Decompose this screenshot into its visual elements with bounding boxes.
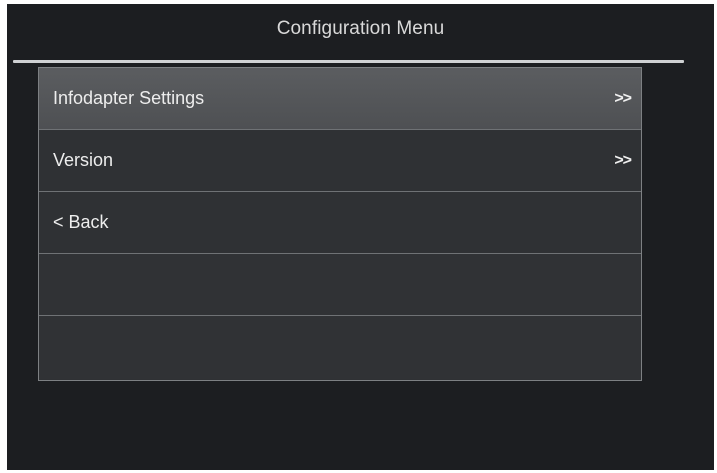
menu-item-version[interactable]: Version >>: [39, 130, 641, 192]
submenu-arrow-icon: >>: [614, 152, 632, 169]
menu-item-infodapter-settings[interactable]: Infodapter Settings >>: [39, 68, 641, 130]
menu-item-label: < Back: [53, 212, 109, 232]
menu-item-back[interactable]: < Back: [39, 192, 641, 254]
menu-item-empty: [39, 254, 641, 316]
menu-item-label: Infodapter Settings: [53, 88, 205, 108]
title-divider: [13, 60, 684, 63]
configuration-menu-list: Infodapter Settings >> Version >> < Back: [38, 67, 642, 381]
menu-item-empty: [39, 316, 641, 379]
menu-item-label: Version: [53, 150, 114, 170]
submenu-arrow-icon: >>: [614, 90, 632, 107]
device-screen: Configuration Menu Infodapter Settings >…: [7, 4, 714, 470]
page-title: Configuration Menu: [276, 18, 445, 39]
title-bar: Configuration Menu: [7, 4, 714, 60]
